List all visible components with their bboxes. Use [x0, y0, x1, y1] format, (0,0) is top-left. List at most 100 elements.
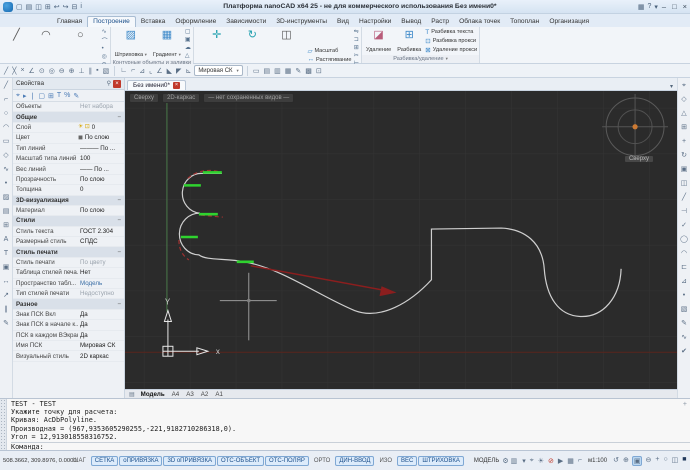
draw-order-icon[interactable]: ✎ — [294, 67, 302, 75]
polar-icon[interactable]: ◇ — [681, 94, 686, 106]
tab-vyvod[interactable]: Вывод — [396, 17, 426, 27]
snap-cross-icon[interactable]: ╳ — [11, 67, 17, 75]
text-style-icon[interactable]: T — [57, 92, 61, 99]
hatch-button[interactable]: ▨ Штриховка ▾ — [113, 28, 149, 59]
tab-vstavka[interactable]: Вставка — [136, 17, 171, 27]
property-row[interactable]: МатериалПо слою — [13, 206, 124, 216]
region-icon[interactable]: ▢ — [185, 28, 191, 35]
spline-icon[interactable]: ∿ — [3, 164, 9, 176]
layout-tab-a1[interactable]: А1 — [215, 391, 223, 398]
print-icon[interactable]: ⊟ — [72, 3, 78, 11]
property-row[interactable]: ОбъектыНет набора — [13, 102, 124, 112]
property-row[interactable]: Вес линий—— По ... — [13, 164, 124, 174]
property-row[interactable]: Таблица стилей печа...Нет — [13, 268, 124, 278]
hatch2-icon[interactable]: ▧ — [681, 304, 688, 316]
check-icon[interactable]: ✓ — [681, 220, 687, 232]
erase-proxy-button[interactable]: ⊠Удаление прокси — [425, 46, 477, 54]
mtext-icon[interactable]: T — [4, 248, 8, 260]
frame-icon[interactable]: ▢ — [38, 92, 45, 100]
cursor-icon[interactable]: ▸ — [23, 92, 27, 100]
rotate-icon[interactable]: ↻ — [681, 150, 687, 162]
property-row[interactable]: Тип стилей печатиНедоступно — [13, 289, 124, 299]
explode-proxy-button[interactable]: ⊡Разбивка прокси — [425, 37, 477, 45]
tab-nastroyki[interactable]: Настройки — [354, 17, 396, 27]
selection-icon[interactable]: ⊡ — [315, 67, 323, 75]
property-row[interactable]: Знак ПСК ВклДа — [13, 310, 124, 320]
property-row[interactable]: Визуальный стиль2D каркас — [13, 351, 124, 361]
snap-parallel-icon[interactable]: ∥ — [88, 67, 94, 75]
viewport-single-icon[interactable]: ▭ — [252, 67, 261, 75]
sheet-icon[interactable]: ▥ — [511, 457, 518, 465]
copy-icon[interactable]: ◫ — [681, 178, 688, 190]
command-panel-grip[interactable] — [0, 399, 7, 450]
toggle-dyn-input[interactable]: ДИН-ВВОД — [335, 456, 374, 466]
wave-icon[interactable]: ∿ — [681, 332, 687, 344]
toggle-osnap[interactable]: оПРИВЯЗКА — [119, 456, 162, 466]
command-options-icon[interactable]: + — [683, 401, 687, 408]
snap-node-icon[interactable]: ◎ — [48, 67, 56, 75]
nanocad-logo-icon[interactable] — [3, 2, 13, 12]
ok-icon[interactable]: ✔ — [681, 346, 687, 358]
line2-icon[interactable]: ╱ — [682, 192, 686, 204]
point-icon[interactable]: • — [5, 178, 7, 190]
tab-zavisimosti[interactable]: Зависимости — [221, 17, 271, 27]
snap-nearest-icon[interactable]: ▧ — [102, 67, 111, 75]
edit-icon[interactable]: ✎ — [3, 318, 9, 330]
property-row[interactable]: Пространство табл...Модель — [13, 279, 124, 289]
property-row[interactable]: ПрозрачностьПо слою — [13, 175, 124, 185]
toggle-ortho[interactable]: ОРТО — [310, 456, 334, 466]
document-tab[interactable]: Без имени0* × — [127, 80, 186, 90]
cursor2-icon[interactable]: ▶ — [557, 457, 564, 465]
view-direction-button[interactable]: Сверху — [129, 93, 159, 103]
angle-icon[interactable]: ⊿ — [681, 276, 687, 288]
layout-tab-a2[interactable]: А2 — [201, 391, 209, 398]
wipeout-icon[interactable]: △ — [185, 52, 191, 59]
regen-icon[interactable]: ↺ — [612, 456, 620, 466]
tab-list-caret-icon[interactable]: ▾ — [670, 83, 675, 90]
break-icon[interactable]: ⊣ — [681, 206, 687, 218]
minimize-button[interactable]: – — [662, 2, 666, 11]
polyline-icon[interactable]: ⌐ — [4, 94, 8, 106]
tab-oblaka-tochek[interactable]: Облака точек — [454, 17, 505, 27]
saved-views-button[interactable]: — нет сохраненных видов — — [203, 93, 294, 103]
disable-icon[interactable]: ⊘ — [547, 457, 555, 465]
ucs-face-icon[interactable]: ◣ — [166, 67, 173, 75]
trim-icon[interactable]: ✂ — [354, 52, 359, 59]
ucs-rotate-icon[interactable]: ⌐ — [130, 67, 136, 75]
property-row[interactable]: Знак ПСК в начале к...Да — [13, 320, 124, 330]
region-icon[interactable]: ▤ — [3, 206, 10, 218]
snap-insert-icon[interactable]: ▪ — [95, 67, 99, 75]
circle2-icon[interactable]: ◯ — [680, 234, 688, 246]
toggle-grid[interactable]: СЕТКА — [91, 456, 119, 466]
arc2-icon[interactable]: ◠ — [681, 248, 687, 260]
viewport-four-icon[interactable]: ▦ — [284, 67, 293, 75]
hatch-icon[interactable]: ▨ — [3, 192, 10, 204]
layout-list-icon[interactable]: ▤ — [129, 391, 135, 398]
toggle-otrack-polar[interactable]: ОТС-ПОЛЯР — [265, 456, 309, 466]
fullscreen-icon[interactable]: ■ — [681, 456, 687, 466]
leader-icon[interactable]: ↗ — [3, 290, 9, 302]
close-panel-icon[interactable]: × — [113, 80, 121, 88]
corner-icon[interactable]: ⌐ — [577, 457, 583, 465]
close-button[interactable]: × — [683, 2, 687, 11]
new-file-icon[interactable]: ▢ — [16, 3, 23, 11]
save-all-icon[interactable]: ⊞ — [45, 3, 51, 11]
toggle-step[interactable]: ШАГ — [69, 456, 90, 466]
move-icon[interactable]: + — [682, 136, 686, 148]
property-row[interactable]: ПСК в каждом ВЭкранеДа — [13, 331, 124, 341]
toggle-3d-osnap[interactable]: 3D оПРИВЯЗКА — [163, 456, 216, 466]
property-row[interactable]: 3D-визуализация− — [13, 196, 124, 206]
toggle-hatch[interactable]: ШТРИХОВКА — [418, 456, 463, 466]
circle-icon[interactable]: ○ — [4, 108, 8, 120]
tab-organizatsiya[interactable]: Организация — [544, 17, 594, 27]
offset-icon[interactable]: ⊐ — [354, 36, 359, 43]
select-target-icon[interactable]: ⌖ — [16, 92, 20, 100]
rectangle-icon[interactable]: ▭ — [3, 136, 10, 148]
zoom-out-icon[interactable]: ⊖ — [644, 456, 652, 466]
property-row[interactable]: Общие− — [13, 112, 124, 122]
table2-icon[interactable]: ▦ — [566, 457, 575, 465]
group-icon[interactable]: ▩ — [304, 67, 313, 75]
array-icon[interactable]: ⊞ — [354, 44, 359, 51]
pin-icon[interactable]: ⚲ — [107, 80, 111, 87]
tab-3d-instrumenty[interactable]: 3D-инструменты — [271, 17, 332, 27]
